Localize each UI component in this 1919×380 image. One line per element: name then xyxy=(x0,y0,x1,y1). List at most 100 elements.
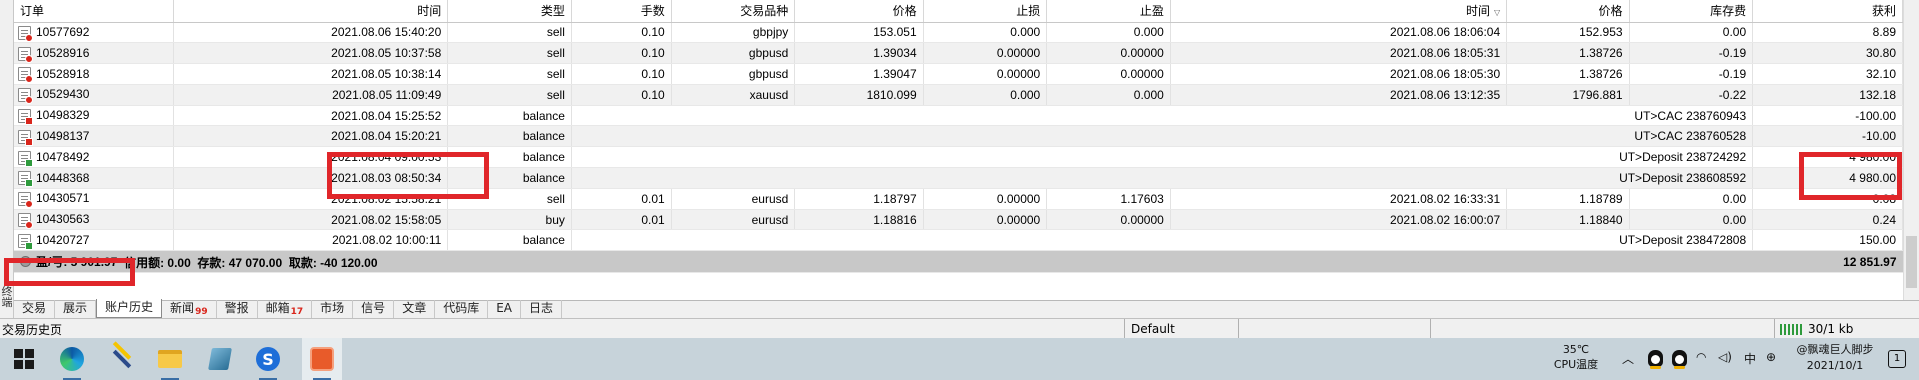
terminal-tab[interactable]: 警报 xyxy=(217,300,258,318)
terminal-tab[interactable]: 市场 xyxy=(312,300,354,318)
deal-doc-icon xyxy=(18,46,33,63)
cell-profit: 132.18 xyxy=(1752,84,1903,106)
order-number: 10528918 xyxy=(36,66,90,81)
col-header-open-time[interactable]: 时间 xyxy=(173,0,449,23)
terminal-tab[interactable]: 信号 xyxy=(353,300,395,318)
col-header-take-profit[interactable]: 止盈 xyxy=(1046,0,1171,23)
table-row[interactable]: 10498329 2021.08.04 15:25:52 balance UT>CAC… xyxy=(14,105,1903,127)
vertical-scrollbar[interactable] xyxy=(1903,0,1919,300)
col-header-profit[interactable]: 获利 xyxy=(1752,0,1903,23)
cell-swap: -0.19 xyxy=(1629,42,1754,65)
status-profile: Default xyxy=(1124,319,1234,339)
table-row[interactable]: 10528918 2021.08.05 10:38:14 sell 0.10 gbpus… xyxy=(14,63,1903,85)
cell-take-profit: 0.00000 xyxy=(1046,42,1171,65)
cell-lots: 0.01 xyxy=(571,188,672,210)
summary-withdrawal: 取款: -40 120.00 xyxy=(288,255,378,270)
col-header-stop-loss[interactable]: 止损 xyxy=(923,0,1048,23)
cell-comment: UT>CAC 238760528 xyxy=(571,125,1754,148)
qq-tray-icon[interactable] xyxy=(1648,350,1663,369)
table-header-row: 订单 时间 类型 手数 交易品种 价格 止损 止盈 时间 ▽ 价格 库存费 获利 xyxy=(14,0,1903,23)
taskbar-edge[interactable] xyxy=(58,345,86,373)
cell-swap: 0.00 xyxy=(1629,188,1754,210)
cell-lots: 0.10 xyxy=(571,63,672,85)
cell-open-time: 2021.08.05 11:09:49 xyxy=(173,84,449,106)
deposit-doc-icon xyxy=(18,171,33,188)
summary-row: 盈/亏: 5 901.97 信用额: 0.00 存款: 47 070.00 取款… xyxy=(14,250,1903,274)
cell-profit: -10.00 xyxy=(1752,125,1903,148)
cell-order: 10430563 xyxy=(14,209,174,231)
col-header-order[interactable]: 订单 xyxy=(14,0,174,23)
taskbar-metatrader[interactable] xyxy=(308,345,336,373)
tab-label: EA xyxy=(496,301,513,315)
terminal-tab[interactable]: EA xyxy=(488,300,522,318)
deal-doc-icon xyxy=(18,67,33,84)
cell-symbol: xauusd xyxy=(671,84,796,106)
cell-comment: UT>Deposit 238608592 xyxy=(571,167,1754,189)
tab-label: 新闻 xyxy=(170,301,195,315)
cell-open-time: 2021.08.02 10:00:11 xyxy=(173,229,449,252)
connection-status[interactable]: 30/1 kb xyxy=(1780,322,1853,336)
scrollbar-thumb[interactable] xyxy=(1906,236,1917,288)
ime-mode-icon[interactable]: ⊕ xyxy=(1766,350,1776,364)
start-button[interactable] xyxy=(10,345,38,373)
col-header-close-time[interactable]: 时间 ▽ xyxy=(1170,0,1508,23)
col-header-open-price[interactable]: 价格 xyxy=(794,0,924,23)
deal-doc-icon xyxy=(18,25,33,42)
terminal-tab[interactable]: 文章 xyxy=(394,300,436,318)
terminal-tab[interactable]: 账户历史 xyxy=(96,299,163,318)
cell-order: 10498137 xyxy=(14,125,174,148)
deposit-doc-icon xyxy=(18,233,33,250)
table-row[interactable]: 10430563 2021.08.02 15:58:05 buy 0.01 eurusd… xyxy=(14,209,1903,231)
taskbar-gadget-app[interactable] xyxy=(206,345,234,373)
table-row[interactable]: 10478492 2021.08.04 09:00:53 balance UT>Dep… xyxy=(14,146,1903,169)
table-row[interactable]: 10448368 2021.08.03 08:50:34 balance UT>Dep… xyxy=(14,167,1903,189)
table-row[interactable]: 10498137 2021.08.04 15:20:21 balance UT>CAC… xyxy=(14,125,1903,148)
wifi-icon[interactable]: ◠ xyxy=(1696,350,1706,364)
terminal-tab[interactable]: 交易 xyxy=(14,300,56,318)
order-number: 10420727 xyxy=(36,232,90,247)
tab-label: 信号 xyxy=(361,301,386,315)
table-row[interactable]: 10577692 2021.08.06 15:40:20 sell 0.10 gbpjp… xyxy=(14,22,1903,44)
col-header-type[interactable]: 类型 xyxy=(447,0,572,23)
qq-tray-icon[interactable] xyxy=(1672,350,1687,369)
cell-order: 10528918 xyxy=(14,63,174,85)
taskbar-clock[interactable]: @飘魂巨人脚步 2021/10/1 xyxy=(1780,342,1890,374)
ime-indicator[interactable]: 中 xyxy=(1744,350,1756,367)
cell-open-time: 2021.08.04 15:25:52 xyxy=(173,105,449,127)
cell-close-time: 2021.08.06 18:05:30 xyxy=(1170,63,1508,85)
terminal-tab[interactable]: 邮箱17 xyxy=(258,300,313,318)
cell-type: balance xyxy=(447,229,572,252)
table-row[interactable]: 10528916 2021.08.05 10:37:58 sell 0.10 gbpus… xyxy=(14,42,1903,65)
col-header-lots[interactable]: 手数 xyxy=(571,0,672,23)
notification-center-icon[interactable]: 1 xyxy=(1888,350,1906,368)
tray-chevron-up-icon[interactable]: ︿ xyxy=(1622,350,1634,367)
table-row[interactable]: 10420727 2021.08.02 10:00:11 balance UT>Dep… xyxy=(14,229,1903,252)
col-header-close-price[interactable]: 价格 xyxy=(1506,0,1630,23)
taskbar-s-app[interactable]: S xyxy=(254,345,282,373)
terminal-tab[interactable]: 新闻99 xyxy=(162,300,217,318)
highlight-box-deposit-profits xyxy=(1799,152,1902,200)
taskbar-file-explorer[interactable] xyxy=(156,345,184,373)
cell-close-price: 1.38726 xyxy=(1506,42,1630,65)
cell-take-profit: 0.00000 xyxy=(1046,63,1171,85)
deal-doc-icon xyxy=(18,88,33,105)
cpu-temperature[interactable]: 35℃ CPU温度 xyxy=(1545,342,1607,372)
terminal-tab[interactable]: 日志 xyxy=(521,300,563,318)
cell-close-time: 2021.08.06 13:12:35 xyxy=(1170,84,1508,106)
cell-open-price: 1810.099 xyxy=(794,84,924,106)
col-header-symbol[interactable]: 交易品种 xyxy=(671,0,796,23)
terminal-tab[interactable]: 代码库 xyxy=(435,300,489,318)
taskbar-wand-app[interactable] xyxy=(108,345,136,373)
table-row[interactable]: 10529430 2021.08.05 11:09:49 sell 0.10 xauus… xyxy=(14,84,1903,106)
terminal-tab[interactable]: 展示 xyxy=(55,300,97,318)
cell-close-time: 2021.08.06 18:06:04 xyxy=(1170,22,1508,44)
tab-unread-badge: 17 xyxy=(290,307,304,317)
volume-icon[interactable]: ◁) xyxy=(1718,350,1732,364)
cell-take-profit: 0.000 xyxy=(1046,84,1171,106)
col-header-swap[interactable]: 库存费 xyxy=(1629,0,1754,23)
cell-swap: 0.00 xyxy=(1629,209,1754,231)
table-row[interactable]: 10430571 2021.08.02 15:58:21 sell 0.01 eurus… xyxy=(14,188,1903,210)
edge-browser-icon xyxy=(60,347,84,371)
status-separator xyxy=(1430,319,1431,339)
cell-close-time: 2021.08.02 16:00:07 xyxy=(1170,209,1508,231)
